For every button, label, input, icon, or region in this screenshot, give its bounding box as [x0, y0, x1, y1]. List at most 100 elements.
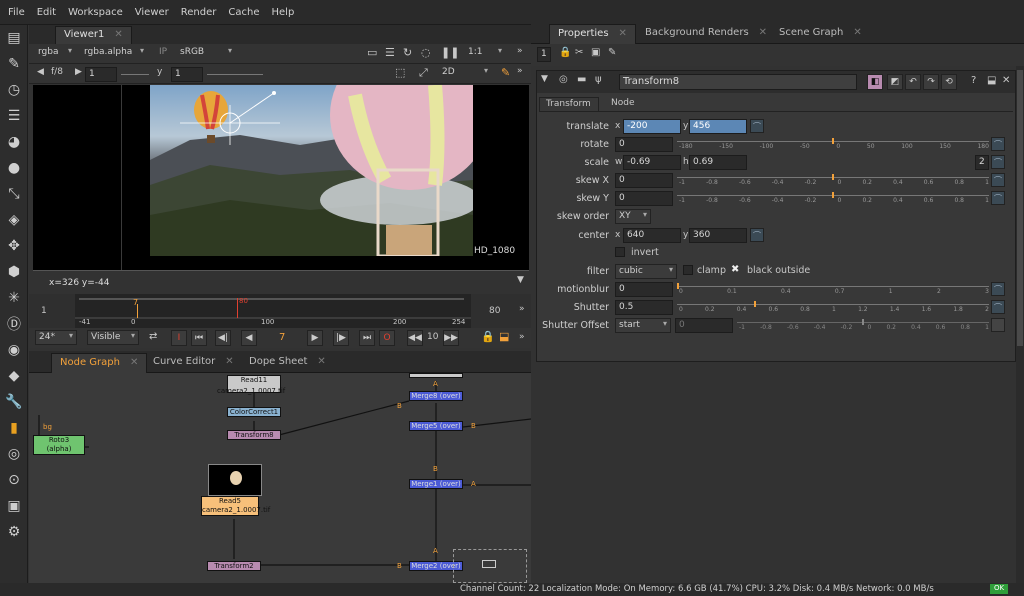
gamma-slider[interactable]	[207, 74, 263, 75]
python-icon[interactable]: ⊙	[0, 467, 28, 493]
particles-icon[interactable]: ✳	[0, 285, 28, 311]
channel-icon[interactable]: ☰	[0, 103, 28, 129]
other-icon[interactable]: ▮	[0, 415, 28, 441]
subtab-node[interactable]: Node	[605, 97, 645, 111]
tab-scene-graph[interactable]: Scene Graph ✕	[771, 24, 870, 44]
settings-icon[interactable]: ⚙	[0, 519, 28, 545]
close-panel-icon[interactable]: ✕	[1002, 75, 1010, 86]
prev-frame-icon[interactable]: ◀	[241, 330, 257, 346]
menu-file[interactable]: File	[4, 7, 33, 18]
curve-icon[interactable]: ⌒	[750, 119, 764, 133]
menu-help[interactable]: Help	[268, 7, 303, 18]
undo-icon[interactable]: ↶	[905, 74, 921, 90]
viewer-canvas[interactable]: HD_1080	[33, 85, 529, 270]
invert-checkbox[interactable]	[615, 247, 625, 257]
node-graph-canvas[interactable]: Read11 camera2_1.0007.tif ColorCorrect1 …	[29, 373, 531, 583]
curve-icon[interactable]: ⌒	[991, 191, 1005, 205]
properties-scrollbar[interactable]	[1016, 66, 1024, 586]
shutter-offset-slider[interactable]: -1 -0.8 -0.6 -0.4 -0.2 0 0.2 0.4 0.6 0.8 1	[737, 318, 989, 332]
gain-slider[interactable]	[121, 74, 149, 75]
timeline-start[interactable]: 1	[41, 306, 47, 316]
3d-icon[interactable]: ⬢	[0, 259, 28, 285]
lock-icon[interactable]: 🔒	[481, 330, 495, 343]
ip-label[interactable]: IP	[159, 47, 167, 57]
lut-dropdown[interactable]: sRGB	[177, 46, 235, 61]
skewy-field[interactable]: 0	[615, 191, 673, 206]
filter-icon[interactable]: ●	[0, 155, 28, 181]
close-icon[interactable]: ✕	[130, 357, 138, 368]
tab-dope-sheet[interactable]: Dope Sheet ✕	[241, 353, 334, 373]
views-icon[interactable]: ◉	[0, 337, 28, 363]
center-y-field[interactable]: 360	[689, 228, 747, 243]
viewer-toggle-icon[interactable]: ◎	[559, 74, 568, 85]
timeline-end[interactable]: 80	[489, 306, 500, 316]
curve-icon[interactable]: ⌒	[750, 228, 764, 242]
scale-h-field[interactable]: 0.69	[689, 155, 747, 170]
info-toggle-icon[interactable]: ▼	[517, 275, 524, 285]
curve-icon[interactable]: ⌒	[991, 173, 1005, 187]
close-icon[interactable]: ✕	[619, 28, 627, 39]
first-frame-icon[interactable]: ⏮	[191, 330, 207, 346]
close-icon[interactable]: ✕	[114, 29, 122, 40]
shutter-field[interactable]: 0.5	[615, 300, 673, 315]
paint-icon[interactable]: ✎	[0, 51, 28, 77]
skewy-slider[interactable]: -1 -0.8 -0.6 -0.4 -0.2 0 0.2 0.4 0.6 0.8 1	[677, 191, 989, 205]
time-icon[interactable]: ◷	[0, 77, 28, 103]
node-blend[interactable]	[409, 373, 463, 378]
visible-dropdown[interactable]: Visible	[87, 330, 139, 345]
loop-icon[interactable]: ⇄	[149, 331, 157, 342]
viewer-menu-icon[interactable]: »	[517, 46, 523, 56]
close-icon[interactable]: ✕	[225, 356, 233, 367]
playback-menu-icon[interactable]: »	[519, 332, 525, 342]
menu-render[interactable]: Render	[177, 7, 225, 18]
crop-icon[interactable]: ⬚	[395, 66, 405, 79]
node-read5[interactable]: Read5 camera2_1.0007.tif	[201, 496, 270, 516]
node-graph-minimap[interactable]	[453, 549, 527, 583]
translate-x-field[interactable]: -200	[623, 119, 681, 134]
viewer-menu2-icon[interactable]: »	[517, 66, 523, 76]
play-icon[interactable]: ▶	[307, 330, 323, 346]
collapse-icon[interactable]: ▼	[541, 74, 548, 84]
curve-icon[interactable]: ⌒	[991, 300, 1005, 314]
out-point-icon[interactable]: O	[379, 330, 395, 346]
scrollbar-thumb[interactable]	[1017, 70, 1023, 346]
node-name-field[interactable]: Transform8	[619, 74, 857, 90]
rotate-slider[interactable]: -180 -150 -100 -50 0 50 100 150 180	[677, 137, 989, 151]
fstop-next-icon[interactable]: ▶	[75, 67, 82, 77]
node-color2-icon[interactable]: ◩	[887, 74, 903, 90]
node-colorcorrect1[interactable]: ColorCorrect1	[227, 407, 281, 417]
node-merge1[interactable]: Merge1 (over)	[409, 479, 463, 489]
toolsets-icon[interactable]: 🔧	[0, 389, 28, 415]
remove-all-icon[interactable]: ✂	[575, 47, 583, 58]
float-icon[interactable]: ▣	[591, 47, 600, 58]
timeline-track[interactable]: 7 80 -41 0 100 200 254	[75, 294, 471, 328]
zoom-dropdown[interactable]: 1:1	[465, 46, 505, 61]
gamma-field[interactable]: 1	[171, 67, 203, 82]
float-panel-icon[interactable]: ⬓	[987, 75, 996, 86]
shutter-offset-field[interactable]: 0	[675, 318, 733, 333]
max-panels-field[interactable]: 1	[537, 47, 551, 62]
furnace-icon[interactable]: ◎	[0, 441, 28, 467]
help-icon[interactable]: ψ	[595, 74, 602, 85]
revert-icon[interactable]: ⟲	[941, 74, 957, 90]
shutter-slider[interactable]: 0 0.2 0.4 0.6 0.8 1 1.2 1.4 1.6 1.8 2	[677, 300, 989, 314]
tab-viewer1[interactable]: Viewer1 ✕	[55, 26, 132, 44]
curve-icon[interactable]: ⌒	[991, 155, 1005, 169]
menu-edit[interactable]: Edit	[33, 7, 64, 18]
merge-icon[interactable]: ◈	[0, 207, 28, 233]
skewx-field[interactable]: 0	[615, 173, 673, 188]
curve-icon[interactable]: ⌒	[991, 137, 1005, 151]
close-icon[interactable]: ✕	[317, 356, 325, 367]
pause-icon[interactable]: ❚❚	[441, 46, 459, 59]
transform-handle-icon[interactable]: ⤢	[419, 66, 428, 80]
timeline-in-marker[interactable]	[137, 304, 138, 318]
cara-icon[interactable]: ▣	[0, 493, 28, 519]
tab-node-graph[interactable]: Node Graph ✕	[51, 353, 148, 373]
tab-curve-editor[interactable]: Curve Editor ✕	[145, 353, 242, 373]
menu-cache[interactable]: Cache	[224, 7, 267, 18]
last-frame-icon[interactable]: ⏭	[359, 330, 375, 346]
list-icon[interactable]: ☰	[385, 46, 395, 59]
transform-icon[interactable]: ✥	[0, 233, 28, 259]
in-point-icon[interactable]: I	[171, 330, 187, 346]
deep-icon[interactable]: Ⓓ	[0, 311, 28, 337]
